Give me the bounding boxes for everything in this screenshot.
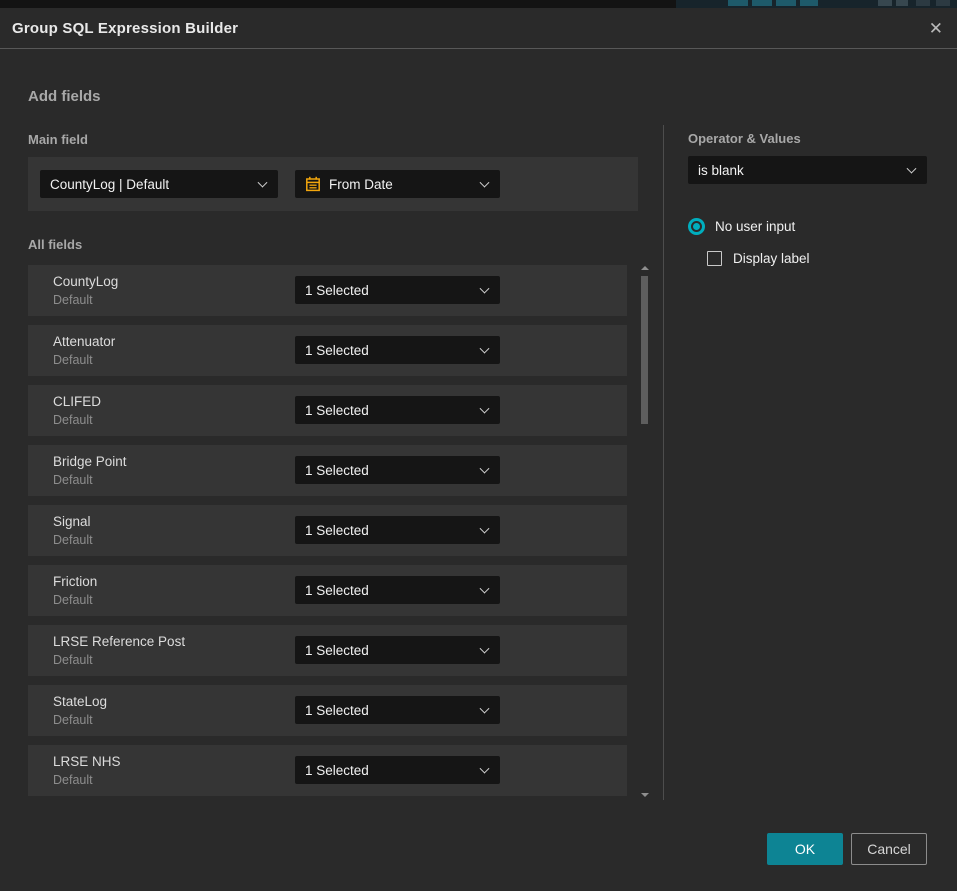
list-scrollbar [640, 263, 649, 800]
background-fragment [936, 0, 950, 6]
main-field-dropdown-value: From Date [329, 177, 393, 192]
background-fragment [728, 0, 748, 6]
field-name: LRSE NHS [53, 754, 121, 769]
layer-dropdown[interactable]: CountyLog | Default [40, 170, 278, 198]
scrollbar-up-arrow-icon[interactable] [641, 266, 649, 270]
field-name: Signal [53, 514, 91, 529]
background-fragment [752, 0, 772, 6]
field-selected-dropdown[interactable]: 1 Selected [295, 276, 500, 304]
field-selected-dropdown-value: 1 Selected [305, 463, 369, 478]
field-row: LRSE NHS Default 1 Selected [28, 745, 627, 796]
field-selected-dropdown[interactable]: 1 Selected [295, 636, 500, 664]
field-row: CLIFED Default 1 Selected [28, 385, 627, 436]
background-fragment [916, 0, 930, 6]
chevron-down-icon [480, 584, 490, 594]
field-selected-dropdown-value: 1 Selected [305, 403, 369, 418]
field-selected-dropdown[interactable]: 1 Selected [295, 336, 500, 364]
vertical-divider [663, 125, 664, 800]
close-icon[interactable]: ✕ [929, 20, 943, 37]
background-fragment [776, 0, 796, 6]
calendar-icon [305, 176, 321, 192]
field-subtitle: Default [53, 533, 93, 547]
scrollbar-down-arrow-icon[interactable] [641, 793, 649, 797]
field-selected-dropdown-value: 1 Selected [305, 643, 369, 658]
no-user-input-label: No user input [715, 219, 795, 234]
field-name: LRSE Reference Post [53, 634, 185, 649]
operator-dropdown-value: is blank [698, 163, 744, 178]
field-selected-dropdown-value: 1 Selected [305, 343, 369, 358]
chevron-down-icon [480, 464, 490, 474]
dialog-titlebar: Group SQL Expression Builder ✕ [0, 8, 957, 49]
field-name: CountyLog [53, 274, 118, 289]
display-label-checkbox[interactable]: Display label [707, 251, 810, 266]
background-fragment [878, 0, 892, 6]
ok-button[interactable]: OK [767, 833, 843, 865]
chevron-down-icon [480, 524, 490, 534]
chevron-down-icon [907, 164, 917, 174]
field-row: Attenuator Default 1 Selected [28, 325, 627, 376]
field-selected-dropdown[interactable]: 1 Selected [295, 396, 500, 424]
field-name: Bridge Point [53, 454, 127, 469]
field-subtitle: Default [53, 473, 93, 487]
field-name: CLIFED [53, 394, 101, 409]
field-row: Bridge Point Default 1 Selected [28, 445, 627, 496]
background-fragment [896, 0, 908, 6]
field-selected-dropdown[interactable]: 1 Selected [295, 576, 500, 604]
field-selected-dropdown-value: 1 Selected [305, 283, 369, 298]
chevron-down-icon [480, 704, 490, 714]
all-fields-label: All fields [28, 237, 82, 252]
field-selected-dropdown[interactable]: 1 Selected [295, 456, 500, 484]
field-subtitle: Default [53, 653, 93, 667]
main-field-panel: CountyLog | Default From Date [28, 157, 638, 211]
field-row: LRSE Reference Post Default 1 Selected [28, 625, 627, 676]
all-fields-list: CountyLog Default 1 Selected Attenuator … [28, 265, 627, 796]
field-subtitle: Default [53, 353, 93, 367]
no-user-input-radio[interactable]: No user input [688, 218, 795, 235]
field-name: Attenuator [53, 334, 115, 349]
field-subtitle: Default [53, 413, 93, 427]
field-name: StateLog [53, 694, 107, 709]
main-field-label: Main field [28, 132, 88, 147]
dialog-title: Group SQL Expression Builder [12, 20, 238, 37]
cancel-button[interactable]: Cancel [851, 833, 927, 865]
field-subtitle: Default [53, 713, 93, 727]
chevron-down-icon [480, 178, 490, 188]
layer-dropdown-value: CountyLog | Default [50, 177, 169, 192]
field-selected-dropdown-value: 1 Selected [305, 703, 369, 718]
field-row: Friction Default 1 Selected [28, 565, 627, 616]
field-subtitle: Default [53, 773, 93, 787]
field-subtitle: Default [53, 293, 93, 307]
chevron-down-icon [480, 764, 490, 774]
radio-selected-icon [688, 218, 705, 235]
main-field-dropdown[interactable]: From Date [295, 170, 500, 198]
chevron-down-icon [480, 284, 490, 294]
field-selected-dropdown[interactable]: 1 Selected [295, 696, 500, 724]
field-row: CountyLog Default 1 Selected [28, 265, 627, 316]
field-selected-dropdown[interactable]: 1 Selected [295, 756, 500, 784]
chevron-down-icon [258, 178, 268, 188]
background-fragment [800, 0, 818, 6]
group-sql-expression-builder-dialog: Group SQL Expression Builder ✕ Add field… [0, 8, 957, 891]
scrollbar-thumb[interactable] [641, 276, 648, 424]
display-label-label: Display label [733, 251, 810, 266]
chevron-down-icon [480, 344, 490, 354]
field-row: StateLog Default 1 Selected [28, 685, 627, 736]
chevron-down-icon [480, 644, 490, 654]
background-app-strip [0, 0, 957, 8]
field-subtitle: Default [53, 593, 93, 607]
field-row: Signal Default 1 Selected [28, 505, 627, 556]
field-selected-dropdown-value: 1 Selected [305, 523, 369, 538]
field-name: Friction [53, 574, 97, 589]
operator-values-heading: Operator & Values [688, 131, 801, 146]
add-fields-heading: Add fields [28, 88, 101, 105]
field-selected-dropdown-value: 1 Selected [305, 763, 369, 778]
field-selected-dropdown[interactable]: 1 Selected [295, 516, 500, 544]
checkbox-unchecked-icon [707, 251, 722, 266]
field-selected-dropdown-value: 1 Selected [305, 583, 369, 598]
operator-dropdown[interactable]: is blank [688, 156, 927, 184]
chevron-down-icon [480, 404, 490, 414]
